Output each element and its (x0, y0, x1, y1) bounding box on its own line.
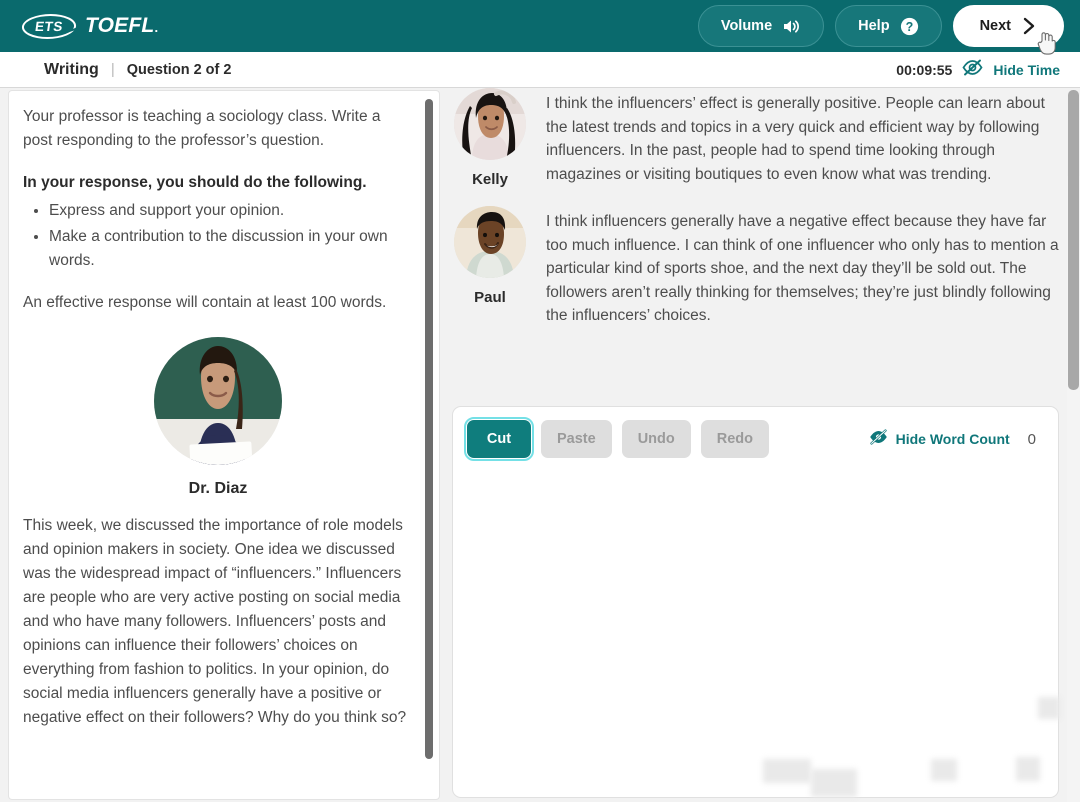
word-count-value: 0 (1027, 430, 1036, 448)
professor-name: Dr. Diaz (188, 480, 248, 497)
volume-button[interactable]: Volume (697, 5, 825, 47)
prompt-bullet-list: Express and support your opinion. Make a… (23, 199, 413, 273)
cut-button[interactable]: Cut (464, 417, 534, 461)
question-mark-icon: ? (900, 17, 919, 36)
paul-avatar (454, 206, 526, 278)
header-actions: Volume Help ? Next (697, 5, 1064, 47)
paste-button[interactable]: Paste (541, 420, 612, 458)
prompt-scrollbar-thumb[interactable] (425, 99, 433, 759)
prompt-inner: Your professor is teaching a sociology c… (9, 91, 439, 740)
post-author-name: Paul (474, 289, 506, 306)
section-bar: Writing | Question 2 of 2 00:09:55 Hide … (0, 52, 1080, 88)
toefl-writing-app: ETS TOEFL. Volume Help ? Next Writing | … (0, 0, 1080, 802)
eye-slash-icon[interactable] (962, 59, 983, 81)
toefl-mark: . (154, 20, 159, 35)
eye-slash-icon[interactable] (869, 428, 888, 450)
question-counter: Question 2 of 2 (126, 61, 232, 78)
professor-avatar (154, 337, 282, 465)
redo-button[interactable]: Redo (700, 420, 769, 458)
word-count-area: Hide Word Count 0 (869, 428, 1044, 450)
hide-word-count-button[interactable]: Hide Word Count (896, 431, 1010, 447)
prompt-panel: Your professor is teaching a sociology c… (8, 90, 440, 800)
discussion-post: Paul I think influencers generally have … (452, 206, 1066, 328)
blur-artifact (763, 759, 811, 783)
prompt-scrollbar-track[interactable] (425, 95, 436, 795)
undo-button[interactable]: Undo (621, 420, 691, 458)
help-label: Help (858, 18, 890, 34)
post-avatar-block: Kelly (452, 88, 528, 188)
discussion-post: Kelly I think the influencers’ effect is… (452, 88, 1066, 188)
response-card: Cut Paste Undo Redo Hide Word Count 0 (452, 406, 1060, 798)
speaker-icon (782, 18, 801, 35)
svg-text:?: ? (905, 20, 913, 34)
section-title: Writing (44, 60, 99, 78)
list-item: Express and support your opinion. (49, 199, 413, 223)
section-divider: | (110, 61, 115, 78)
list-item: Make a contribution to the discussion in… (49, 225, 413, 273)
post-author-name: Kelly (472, 171, 508, 188)
professor-block: Dr. Diaz (23, 337, 413, 498)
ets-logo-text: ETS (34, 18, 64, 34)
discussion-panel: Kelly I think the influencers’ effect is… (452, 88, 1066, 802)
editor-toolbar: Cut Paste Undo Redo Hide Word Count 0 (453, 407, 1058, 461)
next-button[interactable]: Next (952, 5, 1064, 47)
volume-label: Volume (720, 18, 773, 34)
post-body: I think influencers generally have a neg… (546, 213, 1059, 324)
page-scrollbar-thumb[interactable] (1068, 90, 1079, 390)
timer-area: 00:09:55 Hide Time (896, 59, 1060, 81)
help-button[interactable]: Help ? (835, 5, 942, 47)
blur-artifact (1016, 757, 1040, 781)
next-label: Next (979, 18, 1011, 34)
post-avatar-block: Paul (452, 206, 528, 328)
professor-question-text: This week, we discussed the importance o… (23, 517, 407, 726)
blur-artifact (931, 759, 957, 781)
toefl-text: TOEFL (85, 14, 155, 37)
post-body: I think the influencers’ effect is gener… (546, 95, 1045, 183)
blur-artifact (1038, 697, 1060, 719)
prompt-instruction-heading: In your response, you should do the foll… (23, 174, 367, 191)
app-header: ETS TOEFL. Volume Help ? Next (0, 0, 1080, 52)
ets-toefl-logo: ETS TOEFL. (20, 13, 158, 39)
chevron-right-icon (1021, 16, 1037, 36)
prompt-note: An effective response will contain at le… (23, 294, 387, 311)
response-textarea[interactable] (454, 469, 1057, 796)
hide-time-button[interactable]: Hide Time (993, 62, 1060, 78)
prompt-intro: Your professor is teaching a sociology c… (23, 108, 381, 149)
toefl-wordmark: TOEFL. (85, 14, 158, 38)
kelly-avatar (454, 88, 526, 160)
ets-logo-icon: ETS (20, 13, 78, 39)
timer-value: 00:09:55 (896, 61, 953, 78)
blur-artifact (811, 769, 857, 797)
content-area: Your professor is teaching a sociology c… (0, 88, 1080, 802)
